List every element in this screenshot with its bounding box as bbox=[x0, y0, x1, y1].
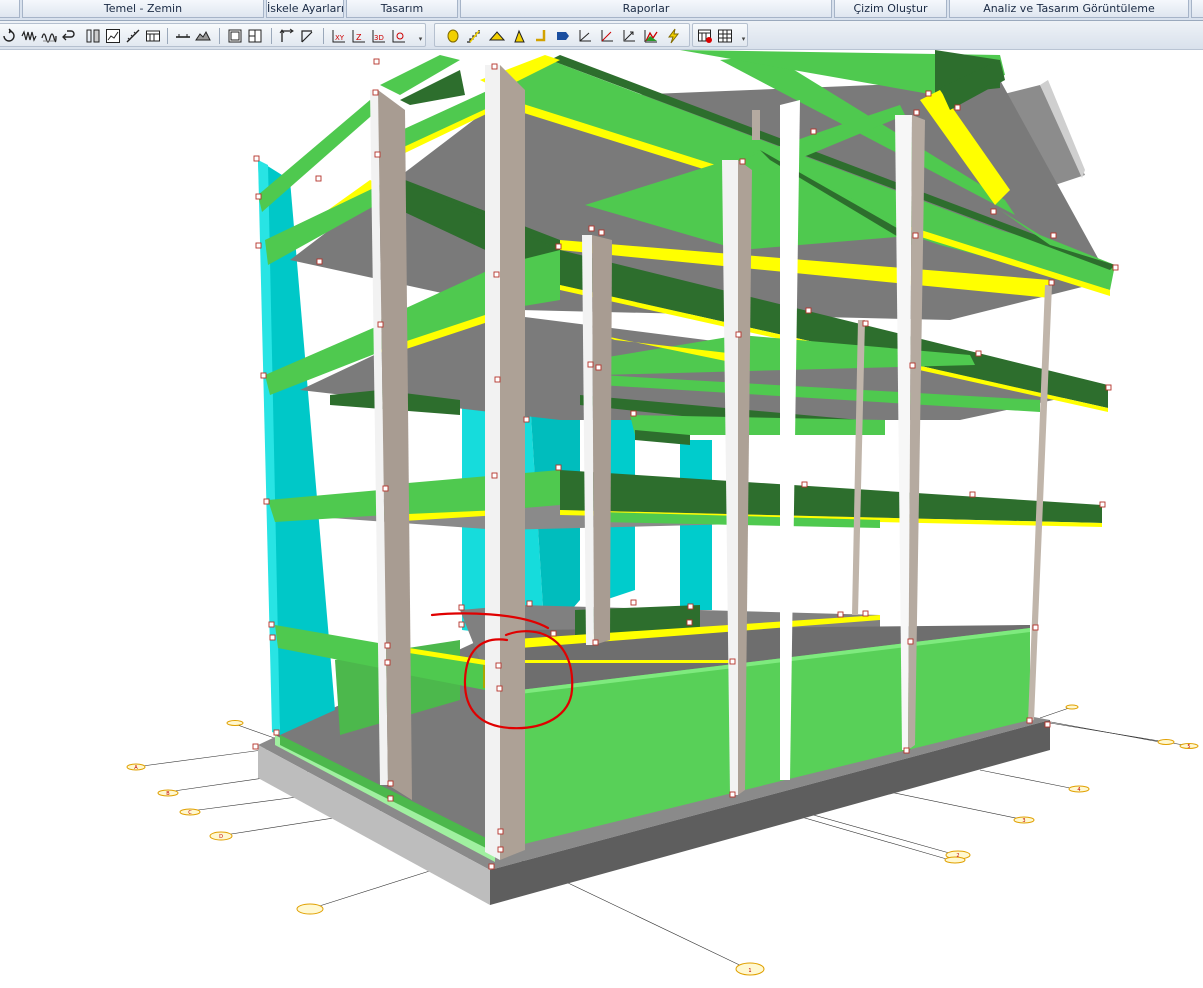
stair-icon[interactable] bbox=[463, 27, 483, 45]
spring-icon[interactable] bbox=[19, 27, 39, 45]
axis-label-b: B bbox=[166, 791, 170, 797]
mountain-chart-icon[interactable] bbox=[641, 27, 661, 45]
ribbon-tab-temel-zemin[interactable]: Temel - Zemin bbox=[22, 0, 264, 18]
bar-z-icon[interactable]: Z bbox=[349, 27, 369, 45]
toolbar-group-view: XY Z 3D ▾ bbox=[0, 23, 426, 47]
axes-arrow-icon[interactable] bbox=[597, 27, 617, 45]
svg-text:3D: 3D bbox=[374, 34, 384, 42]
terrain-icon[interactable] bbox=[193, 27, 213, 45]
bar-xy-icon[interactable]: XY bbox=[329, 27, 349, 45]
table-red-icon[interactable] bbox=[695, 27, 715, 45]
toolbar-overflow-chevron[interactable]: ▾ bbox=[416, 24, 425, 46]
ribbon-tab-analiz-tasarim[interactable]: Analiz ve Tasarım Görüntüleme bbox=[949, 0, 1189, 18]
3d-model-viewport[interactable]: A B C D 1 2 3 4 5 bbox=[0, 50, 1203, 988]
axis-label-3: 3 bbox=[1022, 818, 1025, 824]
toolbar-separator bbox=[167, 28, 168, 44]
ribbon-tab-iskele-ayarlari[interactable]: İskele Ayarları bbox=[266, 0, 344, 18]
ruler-icon[interactable] bbox=[123, 27, 143, 45]
axes-icon[interactable] bbox=[575, 27, 595, 45]
rotate-icon[interactable] bbox=[0, 27, 19, 45]
toolbar-group-elements bbox=[434, 23, 690, 47]
lightning-icon[interactable] bbox=[663, 27, 683, 45]
table-icon[interactable] bbox=[143, 27, 163, 45]
beam-level-icon[interactable] bbox=[173, 27, 193, 45]
ribbon-tab-tasarim[interactable]: Tasarım bbox=[346, 0, 458, 18]
axis-label-1: 1 bbox=[748, 968, 751, 974]
axis-arrow-icon[interactable] bbox=[277, 27, 297, 45]
bar-3d-icon[interactable]: 3D bbox=[369, 27, 389, 45]
toolbar-overflow-chevron[interactable]: ▾ bbox=[739, 24, 748, 46]
undo-arc-icon[interactable] bbox=[59, 27, 79, 45]
axis-label-d: D bbox=[219, 834, 223, 840]
triangle-icon[interactable] bbox=[509, 27, 529, 45]
axes-tick-icon[interactable] bbox=[619, 27, 639, 45]
window-icon[interactable] bbox=[225, 27, 245, 45]
ribbon-tab-bar: Temel - Zemin İskele Ayarları Tasarım Ra… bbox=[0, 0, 1203, 21]
axis-cross-icon[interactable] bbox=[297, 27, 317, 45]
axis-label-4: 4 bbox=[1077, 787, 1080, 793]
toolbar: XY Z 3D ▾ ▾ bbox=[0, 21, 1203, 50]
table-grid-icon[interactable] bbox=[715, 27, 735, 45]
ribbon-tab-partial-left[interactable] bbox=[0, 0, 20, 18]
ribbon-tab-cizim-olustur[interactable]: Çizim Oluştur bbox=[834, 0, 947, 18]
split-window-icon[interactable] bbox=[245, 27, 265, 45]
toolbar-separator bbox=[219, 28, 220, 44]
svg-text:XY: XY bbox=[335, 34, 345, 42]
toolbar-separator bbox=[271, 28, 272, 44]
bar-zoom-icon[interactable] bbox=[389, 27, 409, 45]
toolbar-separator bbox=[323, 28, 324, 44]
axis-label-c: C bbox=[188, 810, 192, 816]
ribbon-tab-partial-right[interactable] bbox=[1191, 0, 1203, 18]
axis-label-a: A bbox=[134, 765, 138, 771]
svg-text:Z: Z bbox=[356, 33, 362, 42]
toolbar-group-tables: ▾ bbox=[692, 23, 748, 47]
roof-icon[interactable] bbox=[487, 27, 507, 45]
chart-grid-icon[interactable] bbox=[103, 27, 123, 45]
wave-icon[interactable] bbox=[39, 27, 59, 45]
axis-label-2: 2 bbox=[956, 853, 959, 859]
coin-icon[interactable] bbox=[443, 27, 463, 45]
tag-icon[interactable] bbox=[553, 27, 573, 45]
column-section-icon[interactable] bbox=[83, 27, 103, 45]
ribbon-tab-raporlar[interactable]: Raporlar bbox=[460, 0, 832, 18]
axis-label-5: 5 bbox=[1187, 744, 1190, 750]
corner-icon[interactable] bbox=[531, 27, 551, 45]
